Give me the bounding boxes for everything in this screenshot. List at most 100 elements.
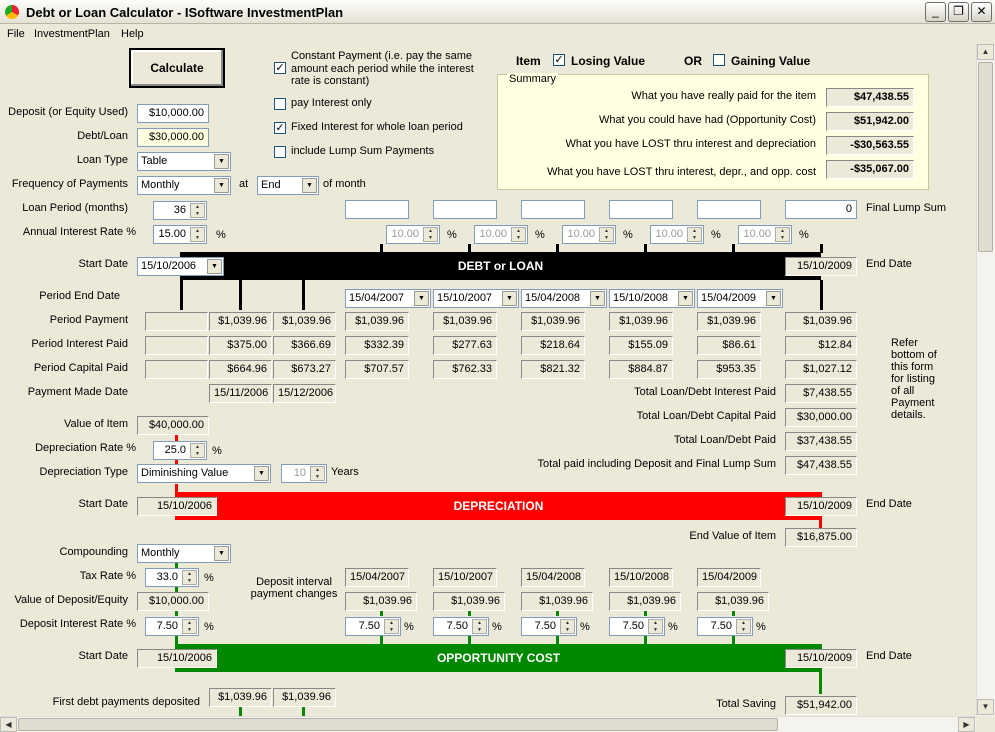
period-end-select-5[interactable]: 15/04/2009 ▼ [697, 289, 783, 308]
spin-arrows-icon[interactable]: ▲ ▼ [310, 466, 325, 481]
future-rate-empty-4[interactable] [609, 200, 673, 219]
chevron-down-icon[interactable]: ▼ [254, 466, 269, 481]
spin-arrows-icon[interactable]: ▲ ▼ [384, 619, 399, 634]
depreciation-rate-spinner[interactable]: 25.0 ▲ ▼ [153, 441, 207, 460]
payment-timing-select[interactable]: End ▼ [257, 176, 319, 195]
period-capital-col3: $821.32 [521, 360, 585, 379]
menu-file[interactable]: File [7, 28, 25, 40]
period-payment-first: $1,039.96 [209, 312, 272, 331]
opportunity-start-label: Start Date [78, 650, 128, 662]
deposit-rate-spinner-3[interactable]: 7.50 ▲ ▼ [521, 617, 577, 636]
deposit-payment-4: $1,039.96 [609, 592, 681, 611]
opportunity-tick [175, 611, 178, 616]
scroll-up-icon[interactable]: ▲ [977, 44, 994, 60]
spin-arrows-icon[interactable]: ▲ ▼ [736, 619, 751, 634]
lump-sum-checkbox[interactable] [274, 146, 286, 158]
pay-interest-only-checkbox[interactable] [274, 98, 286, 110]
period-end-select-1[interactable]: 15/04/2007 ▼ [345, 289, 431, 308]
final-lump-input[interactable]: 0 [785, 200, 857, 219]
percent-sign: % [535, 229, 545, 241]
menu-investmentplan[interactable]: InvestmentPlan [34, 28, 110, 40]
menu-help[interactable]: Help [121, 28, 144, 40]
horizontal-scrollbar[interactable]: ◀ ▶ [0, 716, 976, 732]
deposit-input[interactable]: $10,000.00 [137, 104, 209, 123]
chevron-down-icon[interactable]: ▼ [214, 546, 229, 561]
spin-arrows-icon[interactable]: ▲ ▼ [648, 619, 663, 634]
chevron-down-icon[interactable]: ▼ [502, 291, 517, 306]
chevron-down-icon[interactable]: ▼ [414, 291, 429, 306]
scroll-down-icon[interactable]: ▼ [977, 699, 994, 715]
maximize-button[interactable]: ❐ [948, 2, 969, 22]
vertical-scrollbar[interactable]: ▲ ▼ [976, 44, 995, 716]
constant-payment-checkbox[interactable]: ✓ [274, 62, 286, 74]
loan-start-label: Start Date [78, 258, 128, 270]
period-end-select-3[interactable]: 15/04/2008 ▼ [521, 289, 607, 308]
deposit-rate-spinner-4[interactable]: 7.50 ▲ ▼ [609, 617, 665, 636]
period-capital-last: $1,027.12 [785, 360, 857, 379]
deposit-rate-spinner-5[interactable]: 7.50 ▲ ▼ [697, 617, 753, 636]
spin-arrows-icon[interactable]: ▲ ▼ [511, 227, 526, 242]
tax-rate-spinner[interactable]: 33.0 ▲ ▼ [145, 568, 199, 587]
end-value-label: End Value of Item [689, 530, 776, 542]
future-rate-empty-2[interactable] [433, 200, 497, 219]
chevron-down-icon[interactable]: ▼ [678, 291, 693, 306]
fixed-interest-label: Fixed Interest for whole loan period [291, 121, 463, 133]
future-rate-spinner-4[interactable]: 10.00 ▲ ▼ [650, 225, 704, 244]
chevron-down-icon[interactable]: ▼ [207, 259, 222, 274]
spin-arrows-icon[interactable]: ▲ ▼ [599, 227, 614, 242]
fixed-interest-checkbox[interactable]: ✓ [274, 122, 286, 134]
spin-arrows-icon[interactable]: ▲ ▼ [472, 619, 487, 634]
close-button[interactable]: ✕ [971, 2, 992, 22]
future-rate-spinner-2[interactable]: 10.00 ▲ ▼ [474, 225, 528, 244]
period-payment-col1: $1,039.96 [345, 312, 409, 331]
years-label: Years [331, 466, 359, 478]
losing-value-checkbox[interactable]: ✓ [553, 54, 565, 66]
debt-input[interactable]: $30,000.00 [137, 128, 209, 147]
loan-end-date: 15/10/2009 [785, 257, 857, 276]
loan-type-select[interactable]: Table ▼ [137, 152, 231, 171]
chevron-down-icon[interactable]: ▼ [302, 178, 317, 193]
opportunity-tick [302, 707, 305, 716]
period-end-select-4[interactable]: 15/10/2008 ▼ [609, 289, 695, 308]
chevron-down-icon[interactable]: ▼ [590, 291, 605, 306]
deposit-rate-spinner[interactable]: 7.50 ▲ ▼ [145, 617, 199, 636]
spin-arrows-icon[interactable]: ▲ ▼ [775, 227, 790, 242]
future-rate-spinner-5[interactable]: 10.00 ▲ ▼ [738, 225, 792, 244]
period-end-select-2[interactable]: 15/10/2007 ▼ [433, 289, 519, 308]
spin-arrows-icon[interactable]: ▲ ▼ [687, 227, 702, 242]
chevron-down-icon[interactable]: ▼ [214, 154, 229, 169]
gaining-value-checkbox[interactable] [713, 54, 725, 66]
deposit-payment-3: $1,039.96 [521, 592, 593, 611]
future-rate-empty-1[interactable] [345, 200, 409, 219]
deposit-rate-spinner-2[interactable]: 7.50 ▲ ▼ [433, 617, 489, 636]
spin-arrows-icon[interactable]: ▲ ▼ [423, 227, 438, 242]
spin-arrows-icon[interactable]: ▲ ▼ [182, 570, 197, 585]
chevron-down-icon[interactable]: ▼ [766, 291, 781, 306]
annual-rate-spinner[interactable]: 15.00 ▲ ▼ [153, 225, 207, 244]
spin-arrows-icon[interactable]: ▲ ▼ [190, 203, 205, 218]
debt-label: Debt/Loan [77, 130, 128, 142]
depreciation-years-spinner[interactable]: 10 ▲ ▼ [281, 464, 327, 483]
period-payment-last: $1,039.96 [785, 312, 857, 331]
horizontal-scroll-thumb[interactable] [18, 718, 778, 731]
depreciation-type-select[interactable]: Diminishing Value ▼ [137, 464, 271, 483]
spin-arrows-icon[interactable]: ▲ ▼ [560, 619, 575, 634]
future-rate-empty-5[interactable] [697, 200, 761, 219]
frequency-select[interactable]: Monthly ▼ [137, 176, 231, 195]
vertical-scroll-thumb[interactable] [978, 62, 993, 252]
deposit-rate-spinner-1[interactable]: 7.50 ▲ ▼ [345, 617, 401, 636]
loan-start-date-select[interactable]: 15/10/2006 ▼ [137, 257, 224, 276]
calculate-button[interactable]: Calculate [129, 48, 225, 88]
scroll-left-icon[interactable]: ◀ [0, 717, 17, 732]
minimize-button[interactable]: _ [925, 2, 946, 22]
chevron-down-icon[interactable]: ▼ [214, 178, 229, 193]
future-rate-spinner-1[interactable]: 10.00 ▲ ▼ [386, 225, 440, 244]
spin-arrows-icon[interactable]: ▲ ▼ [182, 619, 197, 634]
loan-period-spinner[interactable]: 36 ▲ ▼ [153, 201, 207, 220]
future-rate-spinner-3[interactable]: 10.00 ▲ ▼ [562, 225, 616, 244]
spin-arrows-icon[interactable]: ▲ ▼ [190, 227, 205, 242]
compounding-select[interactable]: Monthly ▼ [137, 544, 231, 563]
scroll-right-icon[interactable]: ▶ [958, 717, 975, 732]
spin-arrows-icon[interactable]: ▲ ▼ [190, 443, 205, 458]
future-rate-empty-3[interactable] [521, 200, 585, 219]
